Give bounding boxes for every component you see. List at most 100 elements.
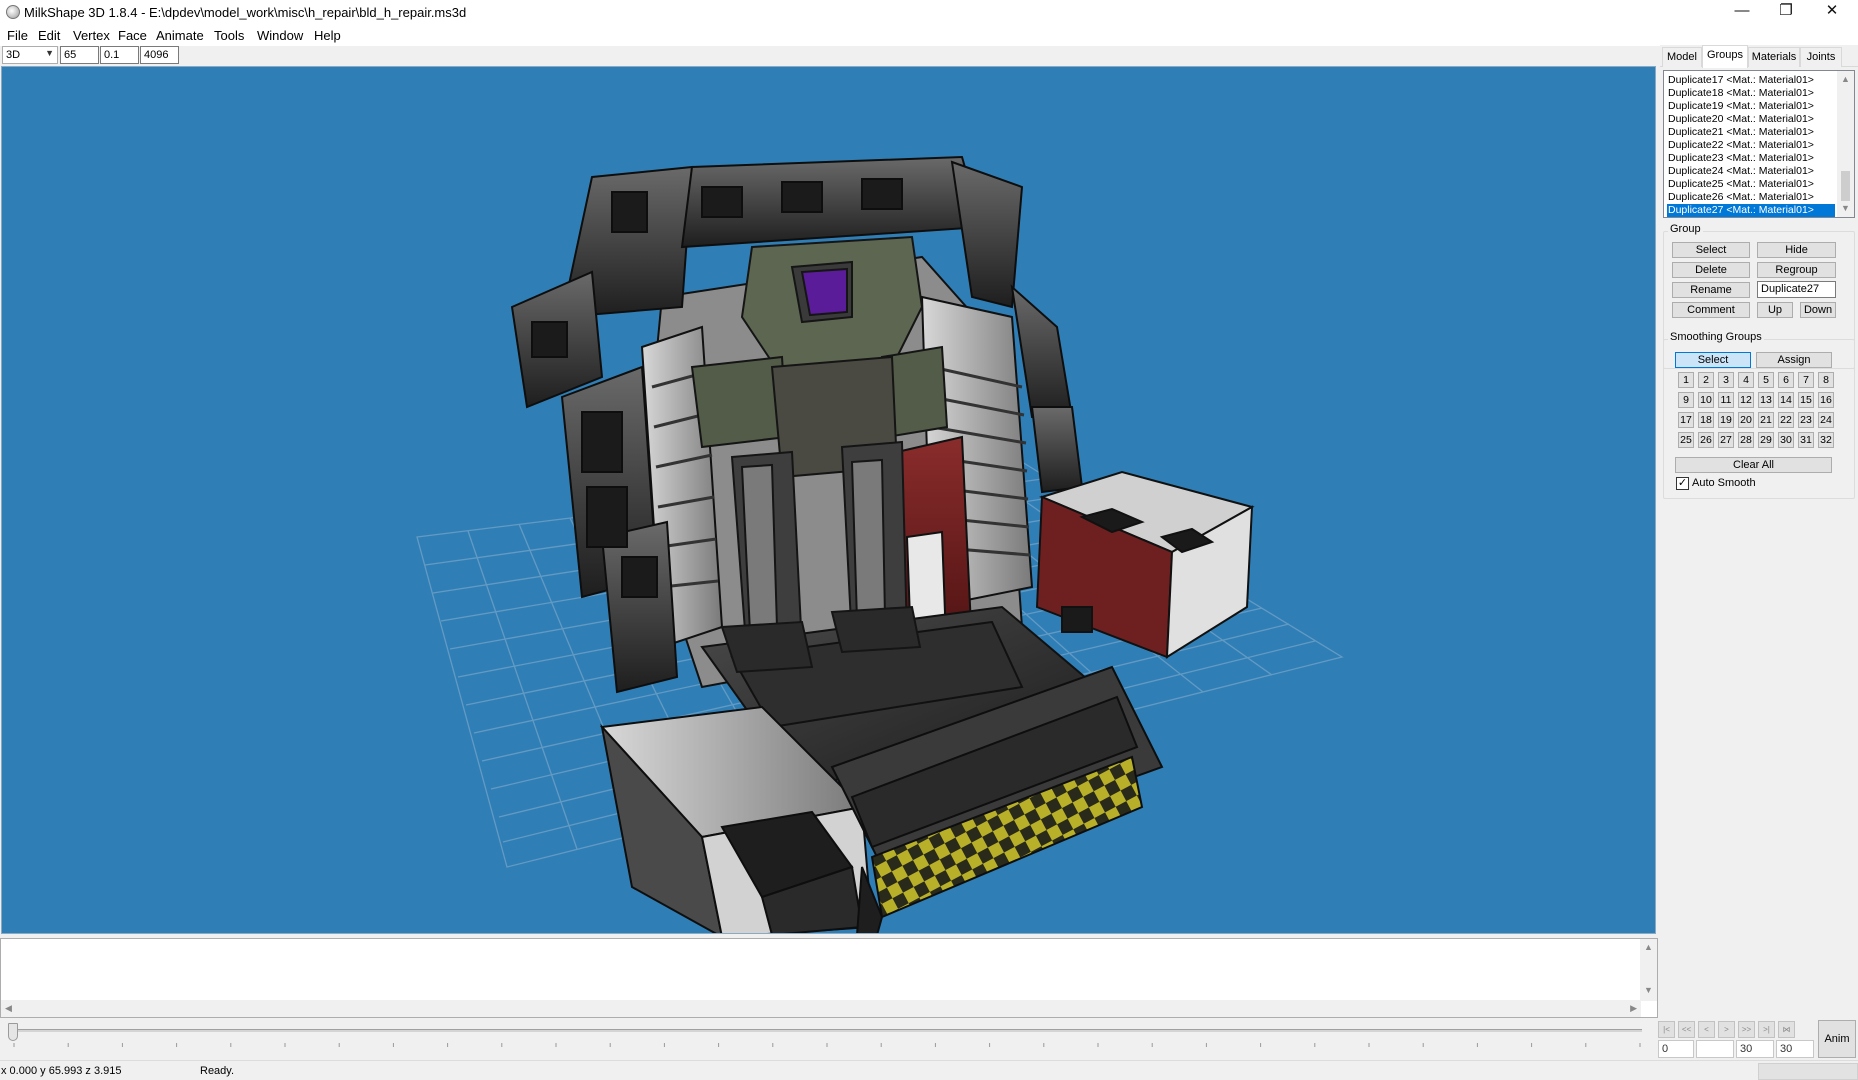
last-frame-button[interactable]: >| <box>1758 1021 1775 1038</box>
menu-face[interactable]: Face <box>118 28 147 43</box>
first-frame-button[interactable]: |< <box>1658 1021 1675 1038</box>
group-comment-button[interactable]: Comment <box>1672 302 1750 318</box>
loop-button[interactable]: ⋈ <box>1778 1021 1795 1038</box>
smoothing-group-button[interactable]: 29 <box>1758 432 1774 448</box>
list-item[interactable]: Duplicate21 <Mat.: Material01> <box>1667 126 1835 139</box>
smoothing-group-button[interactable]: 3 <box>1718 372 1734 388</box>
tab-materials[interactable]: Materials <box>1748 47 1800 67</box>
clear-all-button[interactable]: Clear All <box>1675 457 1832 473</box>
fast-forward-button[interactable]: >> <box>1738 1021 1755 1038</box>
smoothing-group-button[interactable]: 12 <box>1738 392 1754 408</box>
smoothing-group-button[interactable]: 20 <box>1738 412 1754 428</box>
list-item[interactable]: Duplicate19 <Mat.: Material01> <box>1667 100 1835 113</box>
smoothing-group-button[interactable]: 22 <box>1778 412 1794 428</box>
scroll-down-icon[interactable]: ▼ <box>1644 985 1653 995</box>
smoothing-group-button[interactable]: 10 <box>1698 392 1714 408</box>
menu-file[interactable]: File <box>7 28 28 43</box>
smoothing-group-button[interactable]: 5 <box>1758 372 1774 388</box>
scroll-right-icon[interactable]: ▶ <box>1630 1003 1637 1014</box>
group-delete-button[interactable]: Delete <box>1672 262 1750 278</box>
menu-animate[interactable]: Animate <box>156 28 204 43</box>
smoothing-assign-button[interactable]: Assign <box>1756 352 1832 368</box>
group-name-field[interactable]: Duplicate27 <box>1757 281 1836 298</box>
smoothing-group-button[interactable]: 7 <box>1798 372 1814 388</box>
scroll-down-icon[interactable]: ▼ <box>1841 203 1850 213</box>
menu-edit[interactable]: Edit <box>38 28 60 43</box>
smoothing-group-button[interactable]: 17 <box>1678 412 1694 428</box>
group-list-scrollbar[interactable]: ▲ ▼ <box>1837 71 1854 217</box>
timeline-track[interactable] <box>12 1029 1642 1032</box>
smoothing-group-button[interactable]: 15 <box>1798 392 1814 408</box>
smoothing-group-button[interactable]: 4 <box>1738 372 1754 388</box>
menu-window[interactable]: Window <box>257 28 303 43</box>
group-down-button[interactable]: Down <box>1800 302 1836 318</box>
tab-groups[interactable]: Groups <box>1702 45 1748 68</box>
menu-tools[interactable]: Tools <box>214 28 244 43</box>
animation-timeline[interactable] <box>0 1018 1660 1060</box>
list-item[interactable]: Duplicate22 <Mat.: Material01> <box>1667 139 1835 152</box>
scroll-up-icon[interactable]: ▲ <box>1841 74 1850 84</box>
tab-joints[interactable]: Joints <box>1800 47 1842 67</box>
smoothing-group-button[interactable]: 14 <box>1778 392 1794 408</box>
group-select-button[interactable]: Select <box>1672 242 1750 258</box>
smoothing-group-button[interactable]: 28 <box>1738 432 1754 448</box>
scroll-left-icon[interactable]: ◀ <box>5 1003 12 1014</box>
smoothing-group-button[interactable]: 31 <box>1798 432 1814 448</box>
smoothing-group-button[interactable]: 23 <box>1798 412 1814 428</box>
smoothing-group-button[interactable]: 8 <box>1818 372 1834 388</box>
group-regroup-button[interactable]: Regroup <box>1757 262 1836 278</box>
next-frame-button[interactable]: > <box>1718 1021 1735 1038</box>
list-item[interactable]: Duplicate26 <Mat.: Material01> <box>1667 191 1835 204</box>
menu-help[interactable]: Help <box>314 28 341 43</box>
timeline-slider-thumb[interactable] <box>8 1023 18 1041</box>
smoothing-group-button[interactable]: 1 <box>1678 372 1694 388</box>
list-item[interactable]: Duplicate18 <Mat.: Material01> <box>1667 87 1835 100</box>
smoothing-group-button[interactable]: 9 <box>1678 392 1694 408</box>
smoothing-group-button[interactable]: 27 <box>1718 432 1734 448</box>
smoothing-group-button[interactable]: 26 <box>1698 432 1714 448</box>
smoothing-group-button[interactable]: 30 <box>1778 432 1794 448</box>
close-button[interactable]: ✕ <box>1810 0 1854 24</box>
start-frame-field[interactable] <box>1696 1040 1734 1058</box>
menu-vertex[interactable]: Vertex <box>73 28 110 43</box>
tab-model[interactable]: Model <box>1662 47 1702 67</box>
list-item[interactable]: Duplicate20 <Mat.: Material01> <box>1667 113 1835 126</box>
group-rename-button[interactable]: Rename <box>1672 282 1750 298</box>
far-clip-field[interactable]: 4096 <box>140 46 179 64</box>
smoothing-group-button[interactable]: 13 <box>1758 392 1774 408</box>
smoothing-group-button[interactable]: 32 <box>1818 432 1834 448</box>
list-item[interactable]: Duplicate24 <Mat.: Material01> <box>1667 165 1835 178</box>
smoothing-group-button[interactable]: 24 <box>1818 412 1834 428</box>
list-item[interactable]: Duplicate17 <Mat.: Material01> <box>1667 74 1835 87</box>
group-list[interactable]: Duplicate17 <Mat.: Material01> Duplicate… <box>1663 70 1855 218</box>
smoothing-group-button[interactable]: 6 <box>1778 372 1794 388</box>
smoothing-group-button[interactable]: 2 <box>1698 372 1714 388</box>
smoothing-group-button[interactable]: 18 <box>1698 412 1714 428</box>
auto-smooth-checkbox[interactable]: ✓ <box>1676 477 1689 490</box>
restore-button[interactable]: ❐ <box>1764 0 1808 24</box>
message-area[interactable]: ▲ ▼ ◀ ▶ <box>0 938 1658 1018</box>
prev-frame-button[interactable]: < <box>1698 1021 1715 1038</box>
message-horizontal-scrollbar[interactable]: ◀ ▶ <box>1 1000 1641 1017</box>
anim-mode-button[interactable]: Anim <box>1818 1020 1856 1058</box>
current-frame-field[interactable]: 0 <box>1658 1040 1694 1058</box>
group-up-button[interactable]: Up <box>1757 302 1793 318</box>
list-item[interactable]: Duplicate25 <Mat.: Material01> <box>1667 178 1835 191</box>
frame-field-b[interactable]: 30 <box>1776 1040 1814 1058</box>
scroll-thumb[interactable] <box>1841 171 1850 201</box>
minimize-button[interactable]: — <box>1720 0 1764 24</box>
smoothing-group-button[interactable]: 16 <box>1818 392 1834 408</box>
list-item[interactable]: Duplicate23 <Mat.: Material01> <box>1667 152 1835 165</box>
smoothing-group-button[interactable]: 21 <box>1758 412 1774 428</box>
group-hide-button[interactable]: Hide <box>1757 242 1836 258</box>
near-clip-field[interactable]: 0.1 <box>100 46 139 64</box>
list-item-selected[interactable]: Duplicate27 <Mat.: Material01> <box>1667 204 1835 217</box>
fov-field[interactable]: 65 <box>60 46 99 64</box>
smoothing-group-button[interactable]: 25 <box>1678 432 1694 448</box>
message-vertical-scrollbar[interactable]: ▲ ▼ <box>1640 939 1657 1001</box>
3d-viewport[interactable] <box>1 66 1656 934</box>
view-mode-select[interactable]: 3D ▼ <box>2 46 58 64</box>
smoothing-group-button[interactable]: 11 <box>1718 392 1734 408</box>
rewind-button[interactable]: << <box>1678 1021 1695 1038</box>
scroll-up-icon[interactable]: ▲ <box>1644 942 1653 952</box>
